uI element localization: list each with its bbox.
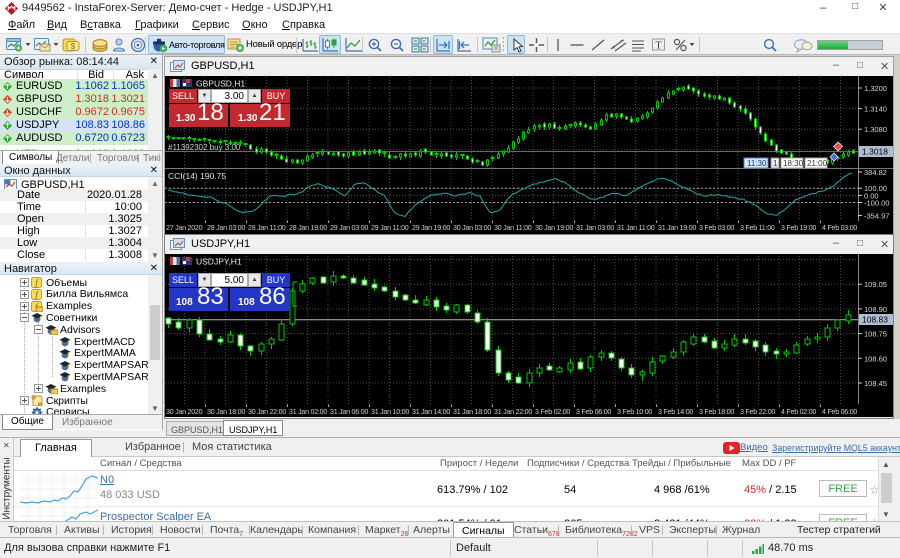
svg-text:31 Jan 22:00: 31 Jan 22:00: [494, 408, 532, 416]
svg-text:108.45: 108.45: [864, 379, 887, 388]
svg-text:3 Feb 06:00: 3 Feb 06:00: [576, 408, 611, 416]
svg-text:11:30: 11:30: [747, 159, 767, 168]
svg-text:29 Jan 11:00: 29 Jan 11:00: [371, 224, 409, 232]
svg-text:30 Jan 2020: 30 Jan 2020: [166, 408, 203, 416]
svg-text:CCI(14) 190.75: CCI(14) 190.75: [168, 171, 226, 181]
svg-text:30 Jan 18:00: 30 Jan 18:00: [207, 408, 245, 416]
svg-text:4 Feb 06:00: 4 Feb 06:00: [822, 408, 857, 416]
svg-text:USDJPY,H1: USDJPY,H1: [196, 257, 242, 267]
svg-text:1.3140: 1.3140: [864, 105, 887, 114]
svg-text:108.75: 108.75: [864, 330, 887, 339]
svg-text:31 Jan 11:00: 31 Jan 11:00: [617, 224, 655, 232]
svg-text:T: T: [655, 41, 661, 52]
svg-text:1: 1: [773, 159, 778, 168]
svg-text:1.3200: 1.3200: [864, 84, 887, 93]
svg-text:108.60: 108.60: [864, 354, 887, 363]
svg-text:29 Jan 03:00: 29 Jan 03:00: [330, 224, 368, 232]
svg-text:31 Jan 06:00: 31 Jan 06:00: [330, 408, 368, 416]
svg-text:3 Feb 19:00: 3 Feb 19:00: [781, 224, 816, 232]
svg-text:18:30: 18:30: [783, 159, 804, 168]
svg-text:-354.97: -354.97: [864, 212, 889, 221]
svg-text:28 Jan 03:00: 28 Jan 03:00: [207, 224, 245, 232]
svg-text:#11392302 buy 3.00: #11392302 buy 3.00: [168, 143, 241, 152]
svg-text:$: $: [71, 42, 76, 51]
svg-text:3 Feb 02:00: 3 Feb 02:00: [535, 408, 570, 416]
svg-text:21:00: 21:00: [807, 159, 828, 168]
svg-text:31 Jan 14:00: 31 Jan 14:00: [412, 408, 450, 416]
svg-text:28 Jan 11:00: 28 Jan 11:00: [248, 224, 286, 232]
svg-text:108.83: 108.83: [862, 315, 888, 325]
svg-text:31 Jan 02:00: 31 Jan 02:00: [289, 408, 327, 416]
svg-text:1.3018: 1.3018: [862, 147, 888, 157]
svg-text:4 Feb 03:00: 4 Feb 03:00: [822, 224, 857, 232]
svg-text:3 Feb 14:00: 3 Feb 14:00: [658, 408, 693, 416]
svg-text:GBPUSD,H1: GBPUSD,H1: [196, 79, 245, 89]
svg-text:3 Feb 18:00: 3 Feb 18:00: [699, 408, 734, 416]
svg-text:3 Feb 22:00: 3 Feb 22:00: [740, 408, 775, 416]
svg-text:31 Jan 19:00: 31 Jan 19:00: [658, 224, 696, 232]
svg-text:30 Jan 11:00: 30 Jan 11:00: [494, 224, 532, 232]
svg-text:30 Jan 22:00: 30 Jan 22:00: [248, 408, 286, 416]
svg-text:3 Feb 10:00: 3 Feb 10:00: [617, 408, 652, 416]
svg-text:30 Jan 19:00: 30 Jan 19:00: [535, 224, 573, 232]
svg-text:384.82: 384.82: [864, 168, 887, 177]
svg-text:31 Jan 18:00: 31 Jan 18:00: [453, 408, 491, 416]
svg-text:-100.00: -100.00: [864, 199, 889, 208]
svg-text:30 Jan 03:00: 30 Jan 03:00: [453, 224, 491, 232]
svg-text:31 Jan 03:00: 31 Jan 03:00: [576, 224, 614, 232]
svg-text:29 Jan 19:00: 29 Jan 19:00: [412, 224, 450, 232]
svg-text:28 Jan 19:00: 28 Jan 19:00: [289, 224, 327, 232]
svg-text:3 Feb 03:00: 3 Feb 03:00: [699, 224, 734, 232]
svg-text:31 Jan 10:00: 31 Jan 10:00: [371, 408, 409, 416]
svg-text:1.3080: 1.3080: [864, 125, 887, 134]
svg-text:4 Feb 02:00: 4 Feb 02:00: [781, 408, 816, 416]
svg-text:108.90: 108.90: [864, 305, 887, 314]
svg-text:27 Jan 2020: 27 Jan 2020: [166, 224, 203, 232]
svg-text:3 Feb 11:00: 3 Feb 11:00: [740, 224, 775, 232]
svg-text:109.05: 109.05: [864, 280, 887, 289]
